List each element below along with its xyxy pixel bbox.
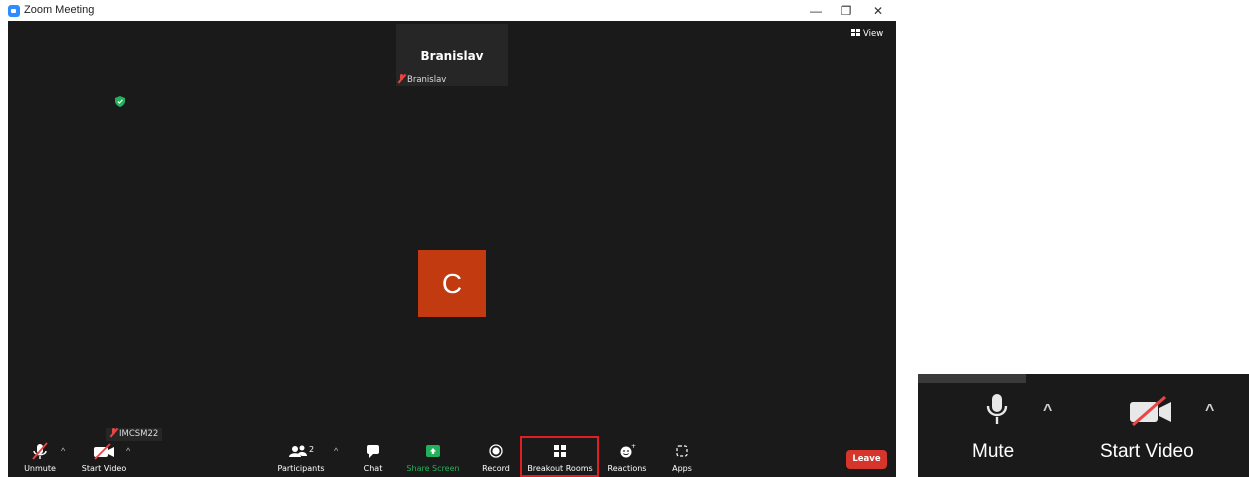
share-screen-icon	[426, 445, 440, 457]
inset-microphone-icon	[986, 394, 1008, 424]
minimize-button[interactable]: —	[802, 2, 830, 20]
unmute-label: Unmute	[24, 464, 56, 473]
view-button[interactable]: View	[851, 29, 883, 39]
share-screen-label: Share Screen	[406, 464, 460, 473]
meeting-canvas	[8, 21, 896, 477]
title-bar	[0, 0, 897, 21]
window-title: Zoom Meeting	[24, 4, 95, 16]
reactions-label: Reactions	[607, 464, 647, 473]
apps-label: Apps	[672, 464, 692, 473]
record-icon	[489, 444, 503, 458]
participants-options-chevron-icon[interactable]: ^	[334, 446, 338, 456]
restore-button[interactable]: ❐	[832, 2, 860, 20]
participant-avatar: C	[418, 250, 486, 317]
svg-text:+: +	[631, 443, 636, 450]
inset-start-video-label[interactable]: Start Video	[1100, 441, 1194, 463]
active-speaker-label: Branislav	[398, 74, 446, 85]
view-label: View	[863, 29, 884, 39]
audio-options-chevron-icon[interactable]: ^	[61, 446, 65, 456]
apps-icon	[676, 445, 688, 457]
inset-audio-chevron-icon[interactable]: ^	[1043, 402, 1052, 420]
grid-view-icon	[851, 29, 860, 36]
record-label: Record	[482, 464, 510, 473]
self-name-label: IMCSM22	[106, 428, 163, 441]
leave-meeting-button[interactable]: Leave	[846, 450, 887, 469]
start-video-label: Start Video	[81, 464, 127, 473]
inset-video-chevron-icon[interactable]: ^	[1205, 402, 1214, 420]
security-shield-icon[interactable]	[115, 96, 125, 107]
breakout-rooms-highlight-box	[520, 436, 599, 477]
video-options-chevron-icon[interactable]: ^	[126, 446, 130, 456]
self-name-text: IMCSM22	[119, 429, 159, 439]
chat-bubble-icon	[367, 445, 379, 458]
zoom-app-icon	[8, 5, 20, 17]
zoomed-toolbar-inset	[918, 374, 1249, 477]
chat-label: Chat	[363, 464, 383, 473]
video-off-icon	[94, 443, 114, 460]
close-button[interactable]: ✕	[864, 2, 892, 20]
active-speaker-name: Branislav	[420, 49, 484, 63]
inset-top-strip	[918, 374, 1026, 383]
participants-icon	[289, 445, 307, 457]
participants-label: Participants	[277, 464, 325, 473]
reactions-smiley-icon: +	[620, 443, 636, 458]
active-speaker-label-text: Branislav	[407, 75, 447, 85]
participants-count: 2	[309, 445, 315, 454]
inset-video-off-icon	[1130, 396, 1171, 426]
inset-mute-label[interactable]: Mute	[972, 441, 1014, 463]
muted-mic-icon	[398, 74, 405, 83]
muted-microphone-icon	[32, 442, 48, 460]
muted-mic-icon	[110, 428, 117, 437]
